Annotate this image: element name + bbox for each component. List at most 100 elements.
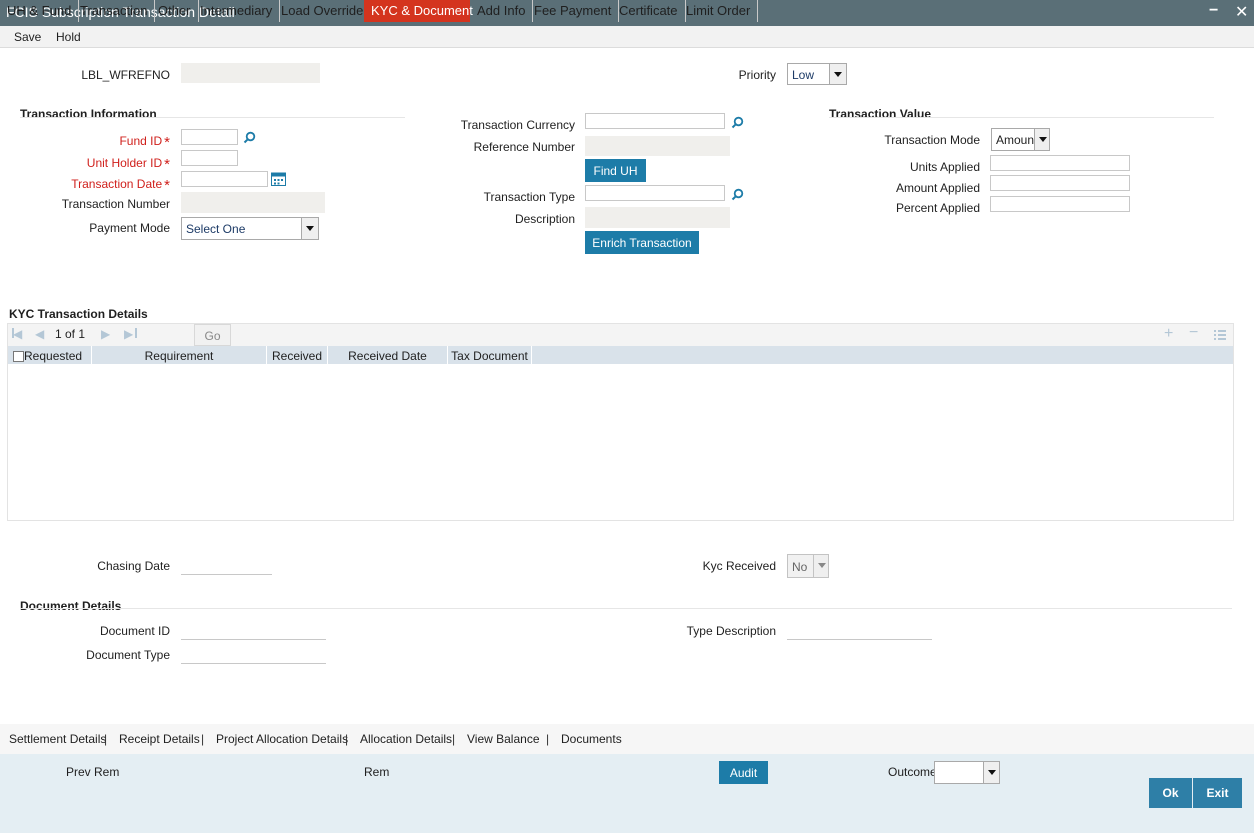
reference-number-field[interactable]	[585, 136, 730, 156]
column-requested-label: Requested	[24, 349, 83, 363]
enrich-transaction-label: Enrich Transaction	[592, 236, 692, 250]
tab-intermediary[interactable]: Intermediary	[193, 0, 281, 22]
transaction-mode-select[interactable]: Amount	[991, 128, 1050, 151]
rem-label: Rem	[364, 765, 390, 779]
transaction-number-label: Transaction Number	[61, 197, 170, 211]
outcome-label: Outcome	[888, 765, 937, 779]
delete-row-icon[interactable]: −	[1189, 324, 1198, 342]
fund-id-input[interactable]	[181, 129, 238, 145]
transaction-currency-label: Transaction Currency	[460, 118, 575, 132]
tab-certificate[interactable]: Certificate	[612, 0, 686, 22]
description-field[interactable]	[585, 207, 730, 228]
find-uh-label: Find UH	[593, 164, 638, 178]
percent-applied-label: Percent Applied	[895, 201, 980, 215]
document-type-field[interactable]	[181, 645, 326, 664]
hold-button[interactable]: Hold	[56, 30, 81, 44]
documents-link[interactable]: Documents	[561, 732, 622, 746]
kyc-received-select[interactable]: No	[787, 554, 829, 578]
priority-label: Priority	[738, 68, 776, 82]
select-all-checkbox[interactable]	[13, 351, 24, 362]
chevron-down-icon	[829, 64, 846, 84]
outcome-select[interactable]	[934, 761, 1000, 784]
ok-button[interactable]: Ok	[1149, 778, 1192, 808]
close-icon[interactable]: ✕	[1235, 2, 1248, 22]
allocation-details-link[interactable]: Allocation Details	[360, 732, 452, 746]
last-page-icon[interactable]: ▶︎	[124, 327, 133, 341]
chasing-date-field[interactable]	[181, 556, 272, 575]
grid-header: Requested Requirement Received Received …	[8, 346, 1233, 364]
link-separator: |	[452, 732, 456, 746]
transaction-number-field[interactable]	[181, 192, 325, 213]
sub-screen-links: Settlement Details | Receipt Details | P…	[0, 724, 1254, 754]
payment-mode-value: Select One	[186, 222, 246, 236]
tab-kyc-document[interactable]: KYC & Document	[364, 0, 473, 22]
tab-add-info[interactable]: Add Info	[470, 0, 534, 22]
transaction-date-label-text: Transaction Date	[71, 177, 163, 191]
minimize-icon[interactable]: −	[1209, 2, 1218, 20]
transaction-mode-value: Amount	[996, 133, 1038, 147]
column-received: Received	[267, 346, 328, 364]
search-icon[interactable]	[243, 131, 256, 144]
document-type-label: Document Type	[86, 648, 170, 662]
priority-value: Low	[792, 68, 815, 82]
tab-other[interactable]: Other	[151, 0, 199, 22]
transaction-type-input[interactable]	[585, 185, 725, 201]
document-details-title: Document Details	[20, 599, 122, 613]
exit-button[interactable]: Exit	[1193, 778, 1242, 808]
amount-applied-label: Amount Applied	[895, 181, 980, 195]
column-tax-document: Tax Document	[448, 346, 532, 364]
units-applied-input[interactable]	[990, 155, 1130, 171]
tab-limit-order[interactable]: Limit Order	[679, 0, 759, 22]
percent-applied-input[interactable]	[990, 196, 1130, 212]
required-marker: *	[164, 134, 170, 151]
chevron-down-icon	[813, 555, 828, 577]
amount-applied-input[interactable]	[990, 175, 1130, 191]
settlement-details-link[interactable]: Settlement Details	[9, 732, 106, 746]
document-id-label: Document ID	[99, 624, 170, 638]
tab-uh-fund[interactable]: UH & Fund	[0, 0, 80, 22]
save-button[interactable]: Save	[14, 30, 41, 44]
next-page-icon[interactable]: ▶︎	[101, 327, 110, 341]
required-marker: *	[164, 177, 170, 194]
calendar-icon[interactable]	[271, 172, 286, 186]
view-balance-link[interactable]: View Balance	[467, 732, 540, 746]
link-separator: |	[104, 732, 108, 746]
last-page-bar	[135, 328, 137, 338]
link-separator: |	[546, 732, 550, 746]
priority-select[interactable]: Low	[787, 63, 847, 85]
tab-fee-payment[interactable]: Fee Payment	[527, 0, 620, 22]
page-indicator: 1 of 1	[55, 327, 86, 341]
search-icon[interactable]	[731, 116, 744, 129]
add-row-icon[interactable]: +	[1164, 325, 1173, 343]
unit-holder-id-input[interactable]	[181, 150, 238, 166]
transaction-type-label: Transaction Type	[483, 190, 575, 204]
find-uh-button[interactable]: Find UH	[585, 159, 646, 182]
transaction-currency-input[interactable]	[585, 113, 725, 129]
enrich-transaction-button[interactable]: Enrich Transaction	[585, 231, 699, 254]
link-separator: |	[345, 732, 349, 746]
fund-id-label: Fund ID *	[60, 132, 170, 151]
grid-pager: ◀︎ ◀︎ 1 of 1 ▶︎ ▶︎ Go + −	[8, 324, 1233, 346]
tab-load-override[interactable]: Load Override	[274, 0, 372, 22]
project-allocation-details-link[interactable]: Project Allocation Details	[216, 732, 348, 746]
audit-button[interactable]: Audit	[719, 761, 768, 784]
wfrefno-field[interactable]	[181, 63, 320, 83]
search-icon[interactable]	[731, 188, 744, 201]
kyc-grid: ◀︎ ◀︎ 1 of 1 ▶︎ ▶︎ Go + − Requested Requ…	[7, 323, 1234, 521]
tab-transaction[interactable]: Transaction	[73, 0, 156, 22]
prev-rem-label: Prev Rem	[66, 765, 120, 779]
list-view-icon[interactable]	[1214, 329, 1226, 341]
transaction-date-label: Transaction Date *	[60, 175, 170, 194]
kyc-transaction-details-title: KYC Transaction Details	[9, 307, 148, 321]
first-page-icon[interactable]: ◀︎	[13, 327, 22, 341]
chevron-down-icon	[301, 218, 318, 239]
prev-page-icon[interactable]: ◀︎	[35, 327, 44, 341]
transaction-mode-label: Transaction Mode	[884, 133, 980, 147]
go-button[interactable]: Go	[194, 324, 231, 346]
receipt-details-link[interactable]: Receipt Details	[119, 732, 200, 746]
type-description-field[interactable]	[787, 621, 932, 640]
payment-mode-select[interactable]: Select One	[181, 217, 319, 240]
transaction-value-title: Transaction Value	[829, 107, 932, 121]
document-id-field[interactable]	[181, 621, 326, 640]
transaction-date-input[interactable]	[181, 171, 268, 187]
